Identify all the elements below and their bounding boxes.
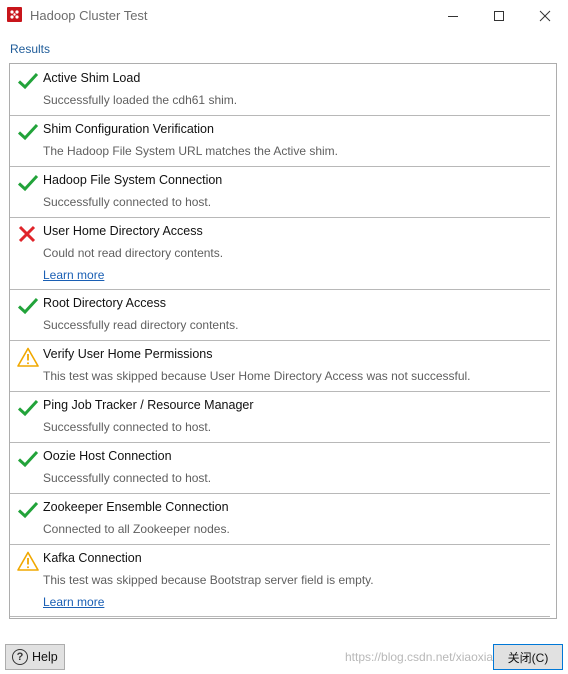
- results-label: Results: [10, 42, 51, 56]
- success-check-icon: [17, 449, 39, 469]
- maximize-button[interactable]: [476, 0, 522, 32]
- window-title: Hadoop Cluster Test: [30, 8, 148, 23]
- title-bar: Hadoop Cluster Test: [0, 0, 568, 32]
- result-detail: This test was skipped because User Home …: [43, 369, 471, 383]
- learn-more-link[interactable]: Learn more: [43, 595, 104, 609]
- result-detail: Successfully connected to host.: [43, 195, 212, 209]
- close-icon: [539, 10, 551, 22]
- result-row-active-shim-load: Active Shim Load Successfully loaded the…: [10, 64, 550, 116]
- success-check-icon: [17, 173, 39, 193]
- minimize-icon: [448, 16, 458, 17]
- result-title: User Home Directory Access: [43, 224, 203, 238]
- result-row-kafka-connection: Kafka Connection This test was skipped b…: [10, 544, 550, 617]
- result-detail: This test was skipped because Bootstrap …: [43, 573, 374, 587]
- maximize-icon: [494, 11, 504, 21]
- result-title: Zookeeper Ensemble Connection: [43, 500, 229, 514]
- result-title: Verify User Home Permissions: [43, 347, 213, 361]
- result-title: Active Shim Load: [43, 71, 141, 85]
- result-title: Root Directory Access: [43, 296, 166, 310]
- learn-more-link[interactable]: Learn more: [43, 268, 104, 282]
- success-check-icon: [17, 500, 39, 520]
- pentaho-app-icon: [7, 7, 22, 22]
- results-list: Active Shim Load Successfully loaded the…: [9, 63, 557, 619]
- result-title: Kafka Connection: [43, 551, 142, 565]
- result-detail: Successfully read directory contents.: [43, 318, 239, 332]
- result-row-root-directory: Root Directory Access Successfully read …: [10, 289, 550, 341]
- result-detail: Connected to all Zookeeper nodes.: [43, 522, 230, 536]
- warning-triangle-icon: [17, 347, 39, 367]
- result-title: Ping Job Tracker / Resource Manager: [43, 398, 254, 412]
- success-check-icon: [17, 122, 39, 142]
- result-title: Oozie Host Connection: [43, 449, 172, 463]
- minimize-button[interactable]: [430, 0, 476, 32]
- error-x-icon: [17, 224, 37, 244]
- success-check-icon: [17, 296, 39, 316]
- warning-triangle-icon: [17, 551, 39, 571]
- success-check-icon: [17, 398, 39, 418]
- watermark: https://blog.csdn.net/xiaoxiaojie: [345, 650, 512, 664]
- result-detail: Successfully loaded the cdh61 shim.: [43, 93, 238, 107]
- result-detail: Successfully connected to host.: [43, 420, 212, 434]
- result-row-user-home-permissions: Verify User Home Permissions This test w…: [10, 340, 550, 392]
- result-row-hdfs-connection: Hadoop File System Connection Successful…: [10, 166, 550, 218]
- success-check-icon: [17, 71, 39, 91]
- close-window-button[interactable]: [522, 0, 568, 32]
- result-title: Shim Configuration Verification: [43, 122, 214, 136]
- result-row-oozie-host: Oozie Host Connection Successfully conne…: [10, 442, 550, 494]
- help-button-label: Help: [32, 650, 58, 664]
- result-detail: Could not read directory contents.: [43, 246, 224, 260]
- result-row-user-home-directory: User Home Directory Access Could not rea…: [10, 217, 550, 290]
- result-row-ping-job-tracker: Ping Job Tracker / Resource Manager Succ…: [10, 391, 550, 443]
- help-button[interactable]: ? Help: [5, 644, 65, 670]
- close-button[interactable]: 关闭(C): [493, 644, 563, 670]
- result-detail: Successfully connected to host.: [43, 471, 212, 485]
- result-detail: The Hadoop File System URL matches the A…: [43, 144, 339, 158]
- result-row-zookeeper-ensemble: Zookeeper Ensemble Connection Connected …: [10, 493, 550, 545]
- result-row-shim-configuration: Shim Configuration Verification The Hado…: [10, 115, 550, 167]
- result-title: Hadoop File System Connection: [43, 173, 223, 187]
- help-question-icon: ?: [12, 649, 28, 665]
